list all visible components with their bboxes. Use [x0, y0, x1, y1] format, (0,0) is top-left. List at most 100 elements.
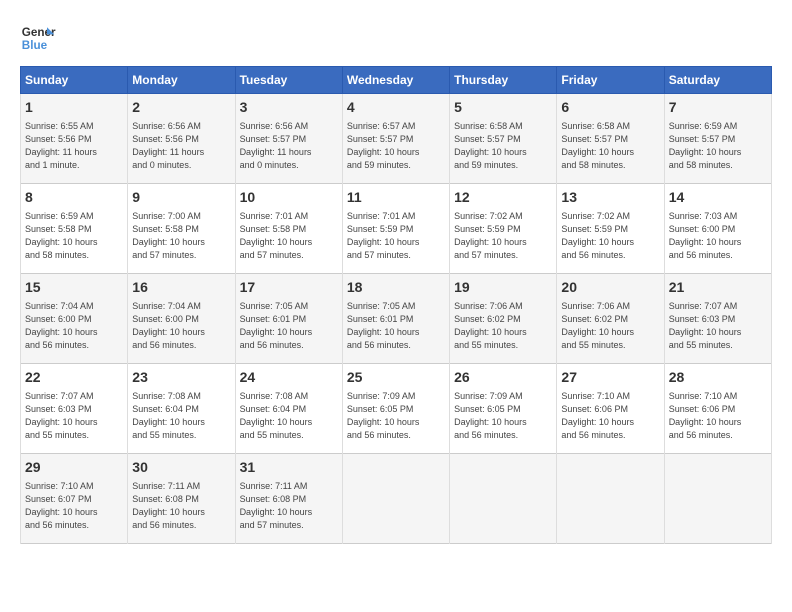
day-cell: 13Sunrise: 7:02 AM Sunset: 5:59 PM Dayli… — [557, 184, 664, 274]
calendar-table: SundayMondayTuesdayWednesdayThursdayFrid… — [20, 66, 772, 544]
day-number: 25 — [347, 368, 445, 388]
header: General Blue — [20, 20, 772, 56]
day-number: 3 — [240, 98, 338, 118]
header-cell-thursday: Thursday — [450, 67, 557, 94]
day-info: Sunrise: 7:10 AM Sunset: 6:06 PM Dayligh… — [561, 390, 659, 442]
week-row-2: 8Sunrise: 6:59 AM Sunset: 5:58 PM Daylig… — [21, 184, 772, 274]
day-cell: 3Sunrise: 6:56 AM Sunset: 5:57 PM Daylig… — [235, 94, 342, 184]
day-number: 18 — [347, 278, 445, 298]
day-number: 12 — [454, 188, 552, 208]
day-info: Sunrise: 7:06 AM Sunset: 6:02 PM Dayligh… — [561, 300, 659, 352]
day-number: 21 — [669, 278, 767, 298]
week-row-5: 29Sunrise: 7:10 AM Sunset: 6:07 PM Dayli… — [21, 454, 772, 544]
day-cell: 10Sunrise: 7:01 AM Sunset: 5:58 PM Dayli… — [235, 184, 342, 274]
day-cell — [664, 454, 771, 544]
week-row-3: 15Sunrise: 7:04 AM Sunset: 6:00 PM Dayli… — [21, 274, 772, 364]
calendar-header: SundayMondayTuesdayWednesdayThursdayFrid… — [21, 67, 772, 94]
day-cell: 22Sunrise: 7:07 AM Sunset: 6:03 PM Dayli… — [21, 364, 128, 454]
day-cell: 1Sunrise: 6:55 AM Sunset: 5:56 PM Daylig… — [21, 94, 128, 184]
day-info: Sunrise: 7:04 AM Sunset: 6:00 PM Dayligh… — [25, 300, 123, 352]
day-cell: 28Sunrise: 7:10 AM Sunset: 6:06 PM Dayli… — [664, 364, 771, 454]
logo-icon: General Blue — [20, 20, 56, 56]
day-number: 9 — [132, 188, 230, 208]
day-info: Sunrise: 6:58 AM Sunset: 5:57 PM Dayligh… — [454, 120, 552, 172]
day-cell: 30Sunrise: 7:11 AM Sunset: 6:08 PM Dayli… — [128, 454, 235, 544]
day-number: 26 — [454, 368, 552, 388]
day-cell — [450, 454, 557, 544]
day-info: Sunrise: 6:56 AM Sunset: 5:57 PM Dayligh… — [240, 120, 338, 172]
day-number: 19 — [454, 278, 552, 298]
day-cell: 14Sunrise: 7:03 AM Sunset: 6:00 PM Dayli… — [664, 184, 771, 274]
week-row-1: 1Sunrise: 6:55 AM Sunset: 5:56 PM Daylig… — [21, 94, 772, 184]
day-info: Sunrise: 7:02 AM Sunset: 5:59 PM Dayligh… — [561, 210, 659, 262]
day-info: Sunrise: 7:07 AM Sunset: 6:03 PM Dayligh… — [25, 390, 123, 442]
day-cell: 8Sunrise: 6:59 AM Sunset: 5:58 PM Daylig… — [21, 184, 128, 274]
day-number: 7 — [669, 98, 767, 118]
day-number: 11 — [347, 188, 445, 208]
day-number: 15 — [25, 278, 123, 298]
day-number: 17 — [240, 278, 338, 298]
day-info: Sunrise: 7:05 AM Sunset: 6:01 PM Dayligh… — [347, 300, 445, 352]
day-cell: 9Sunrise: 7:00 AM Sunset: 5:58 PM Daylig… — [128, 184, 235, 274]
day-info: Sunrise: 6:56 AM Sunset: 5:56 PM Dayligh… — [132, 120, 230, 172]
day-number: 23 — [132, 368, 230, 388]
logo: General Blue — [20, 20, 56, 56]
day-info: Sunrise: 7:01 AM Sunset: 5:59 PM Dayligh… — [347, 210, 445, 262]
day-cell: 27Sunrise: 7:10 AM Sunset: 6:06 PM Dayli… — [557, 364, 664, 454]
day-cell: 7Sunrise: 6:59 AM Sunset: 5:57 PM Daylig… — [664, 94, 771, 184]
day-number: 2 — [132, 98, 230, 118]
day-cell: 26Sunrise: 7:09 AM Sunset: 6:05 PM Dayli… — [450, 364, 557, 454]
day-cell: 5Sunrise: 6:58 AM Sunset: 5:57 PM Daylig… — [450, 94, 557, 184]
day-number: 10 — [240, 188, 338, 208]
day-info: Sunrise: 7:05 AM Sunset: 6:01 PM Dayligh… — [240, 300, 338, 352]
day-cell: 20Sunrise: 7:06 AM Sunset: 6:02 PM Dayli… — [557, 274, 664, 364]
day-info: Sunrise: 6:58 AM Sunset: 5:57 PM Dayligh… — [561, 120, 659, 172]
day-cell: 25Sunrise: 7:09 AM Sunset: 6:05 PM Dayli… — [342, 364, 449, 454]
day-number: 20 — [561, 278, 659, 298]
day-info: Sunrise: 7:07 AM Sunset: 6:03 PM Dayligh… — [669, 300, 767, 352]
day-info: Sunrise: 6:55 AM Sunset: 5:56 PM Dayligh… — [25, 120, 123, 172]
day-cell — [557, 454, 664, 544]
day-info: Sunrise: 7:04 AM Sunset: 6:00 PM Dayligh… — [132, 300, 230, 352]
day-number: 6 — [561, 98, 659, 118]
day-number: 30 — [132, 458, 230, 478]
day-cell: 19Sunrise: 7:06 AM Sunset: 6:02 PM Dayli… — [450, 274, 557, 364]
day-cell: 15Sunrise: 7:04 AM Sunset: 6:00 PM Dayli… — [21, 274, 128, 364]
day-info: Sunrise: 7:06 AM Sunset: 6:02 PM Dayligh… — [454, 300, 552, 352]
day-info: Sunrise: 7:10 AM Sunset: 6:06 PM Dayligh… — [669, 390, 767, 442]
day-cell: 17Sunrise: 7:05 AM Sunset: 6:01 PM Dayli… — [235, 274, 342, 364]
day-cell: 11Sunrise: 7:01 AM Sunset: 5:59 PM Dayli… — [342, 184, 449, 274]
header-cell-tuesday: Tuesday — [235, 67, 342, 94]
header-cell-sunday: Sunday — [21, 67, 128, 94]
day-cell: 23Sunrise: 7:08 AM Sunset: 6:04 PM Dayli… — [128, 364, 235, 454]
day-cell: 6Sunrise: 6:58 AM Sunset: 5:57 PM Daylig… — [557, 94, 664, 184]
header-cell-friday: Friday — [557, 67, 664, 94]
header-row: SundayMondayTuesdayWednesdayThursdayFrid… — [21, 67, 772, 94]
day-number: 24 — [240, 368, 338, 388]
week-row-4: 22Sunrise: 7:07 AM Sunset: 6:03 PM Dayli… — [21, 364, 772, 454]
day-info: Sunrise: 7:08 AM Sunset: 6:04 PM Dayligh… — [240, 390, 338, 442]
day-number: 4 — [347, 98, 445, 118]
day-number: 28 — [669, 368, 767, 388]
day-info: Sunrise: 7:11 AM Sunset: 6:08 PM Dayligh… — [132, 480, 230, 532]
day-number: 27 — [561, 368, 659, 388]
day-info: Sunrise: 7:00 AM Sunset: 5:58 PM Dayligh… — [132, 210, 230, 262]
day-number: 31 — [240, 458, 338, 478]
day-cell: 2Sunrise: 6:56 AM Sunset: 5:56 PM Daylig… — [128, 94, 235, 184]
day-number: 13 — [561, 188, 659, 208]
header-cell-wednesday: Wednesday — [342, 67, 449, 94]
day-cell: 12Sunrise: 7:02 AM Sunset: 5:59 PM Dayli… — [450, 184, 557, 274]
day-info: Sunrise: 6:57 AM Sunset: 5:57 PM Dayligh… — [347, 120, 445, 172]
day-number: 1 — [25, 98, 123, 118]
day-number: 22 — [25, 368, 123, 388]
day-cell: 24Sunrise: 7:08 AM Sunset: 6:04 PM Dayli… — [235, 364, 342, 454]
day-number: 8 — [25, 188, 123, 208]
day-info: Sunrise: 7:01 AM Sunset: 5:58 PM Dayligh… — [240, 210, 338, 262]
day-info: Sunrise: 7:02 AM Sunset: 5:59 PM Dayligh… — [454, 210, 552, 262]
day-info: Sunrise: 6:59 AM Sunset: 5:58 PM Dayligh… — [25, 210, 123, 262]
calendar-body: 1Sunrise: 6:55 AM Sunset: 5:56 PM Daylig… — [21, 94, 772, 544]
day-number: 29 — [25, 458, 123, 478]
day-info: Sunrise: 7:09 AM Sunset: 6:05 PM Dayligh… — [347, 390, 445, 442]
day-cell: 4Sunrise: 6:57 AM Sunset: 5:57 PM Daylig… — [342, 94, 449, 184]
header-cell-saturday: Saturday — [664, 67, 771, 94]
